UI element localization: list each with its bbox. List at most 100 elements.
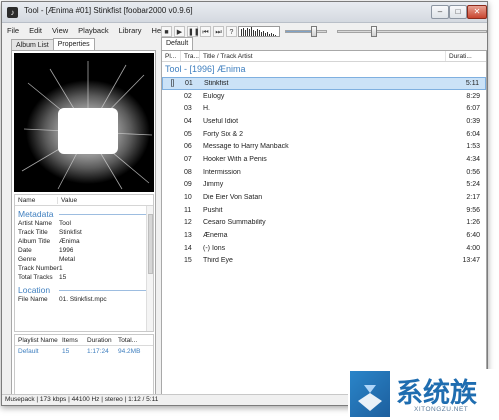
seek-knob[interactable]: [371, 26, 377, 37]
viz-bar: [265, 33, 266, 36]
pm-col-items[interactable]: Items: [60, 337, 85, 344]
track-title: Cesaro Summability: [203, 219, 266, 227]
metadata-value: 1996: [59, 247, 74, 254]
properties-value-column[interactable]: Value: [58, 197, 77, 204]
pause-icon[interactable]: ❚❚: [187, 26, 200, 37]
spectrum-visualizer: [238, 26, 280, 37]
track-list: [] 01 Stinkfist 5:11 02 Eulogy 8:29 03 H. 6:07 04 U…: [162, 77, 486, 267]
menu-view[interactable]: View: [47, 24, 73, 38]
menu-playback[interactable]: Playback: [73, 24, 113, 38]
metadata-row[interactable]: Track Title Stinkfist: [15, 228, 153, 237]
metadata-row[interactable]: Total Tracks 15: [15, 273, 153, 282]
title-bar[interactable]: ♪ Tool - [Ænima #01] Stinkfist [foobar20…: [2, 2, 487, 23]
next-icon[interactable]: ⏭: [213, 26, 224, 37]
col-title[interactable]: Title / Track Artist: [200, 51, 446, 61]
metadata-list: Artist Name Tool Track Title Stinkfist Album…: [15, 219, 153, 282]
pm-col-name[interactable]: Playlist Name: [15, 337, 60, 344]
volume-slider[interactable]: [285, 26, 327, 37]
playlist-header: Pl... Tra... Title / Track Artist Durati…: [162, 51, 486, 62]
col-track-number[interactable]: Tra...: [181, 51, 200, 61]
track-row[interactable]: 09 Jimmy 5:24: [162, 179, 486, 192]
metadata-key: Date: [18, 247, 32, 254]
previous-icon[interactable]: ⏮: [200, 26, 211, 37]
volume-fill: [286, 31, 313, 32]
tab-default-playlist[interactable]: Default: [161, 37, 194, 50]
track-number: 14: [184, 244, 192, 252]
viz-bar: [269, 34, 270, 36]
properties-panel: Name Value Metadata Artist Name Tool Track…: [14, 194, 154, 332]
pm-duration: 1:17:24: [87, 348, 109, 355]
watermark-subtext: XITONGZU.NET: [414, 406, 469, 413]
playlist-manager-row[interactable]: Default 15 1:17:24 94.2MB: [15, 346, 153, 357]
play-icon[interactable]: ▶: [174, 26, 185, 37]
metadata-value: Stinkfist: [59, 229, 82, 236]
metadata-row[interactable]: Artist Name Tool: [15, 219, 153, 228]
watermark: 系统族 XITONGZU.NET: [348, 369, 499, 420]
track-row[interactable]: [] 01 Stinkfist 5:11: [162, 77, 486, 90]
random-icon[interactable]: ?: [226, 26, 237, 37]
track-duration: 13:47: [462, 257, 480, 265]
track-duration: 0:56: [466, 168, 480, 176]
track-title: Message to Harry Manback: [203, 143, 289, 151]
col-duration[interactable]: Durati...: [446, 51, 486, 61]
track-title: Eulogy: [203, 92, 225, 100]
track-number: 02: [184, 92, 192, 100]
stop-icon[interactable]: ■: [161, 26, 172, 37]
track-row[interactable]: 07 Hooker With a Penis 4:34: [162, 153, 486, 166]
viz-bar: [245, 30, 246, 36]
track-row[interactable]: 10 Die Eier Von Satan 2:17: [162, 191, 486, 204]
track-duration: 9:56: [466, 206, 480, 214]
track-title: Hooker With a Penis: [203, 155, 267, 163]
track-number: 05: [184, 130, 192, 138]
track-row[interactable]: 04 Useful Idiot 0:39: [162, 115, 486, 128]
track-duration: 2:17: [466, 194, 480, 202]
track-number: 12: [184, 219, 192, 227]
metadata-key: Track Number: [18, 265, 59, 272]
properties-scroll-thumb[interactable]: [148, 214, 153, 274]
metadata-row[interactable]: Track Number 1: [15, 264, 153, 273]
pm-col-total[interactable]: Total...: [116, 337, 151, 344]
metadata-row[interactable]: Album Title Ænima: [15, 237, 153, 246]
track-title: Useful Idiot: [203, 117, 239, 125]
metadata-row[interactable]: Genre Metal: [15, 255, 153, 264]
volume-knob[interactable]: [311, 26, 318, 37]
track-row[interactable]: 02 Eulogy 8:29: [162, 90, 486, 103]
menu-file[interactable]: File: [2, 24, 24, 38]
track-row[interactable]: 05 Forty Six & 2 6:04: [162, 128, 486, 141]
properties-name-column[interactable]: Name: [15, 196, 58, 204]
maximize-button[interactable]: □: [449, 5, 467, 19]
watermark-logo: [350, 371, 390, 417]
window-title: Tool - [Ænima #01] Stinkfist [foobar2000…: [24, 6, 193, 15]
menu-bar: File Edit View Playback Library Help: [2, 24, 172, 38]
viz-bar: [261, 32, 262, 36]
metadata-section-title: Metadata: [15, 206, 153, 219]
track-duration: 5:11: [465, 79, 479, 87]
col-playing[interactable]: Pl...: [162, 51, 181, 61]
track-row[interactable]: 06 Message to Harry Manback 1:53: [162, 140, 486, 153]
location-list: File Name 01. Stinkfist.mpc: [15, 295, 153, 304]
close-button[interactable]: ✕: [467, 5, 487, 19]
viz-bar: [273, 34, 274, 36]
track-duration: 8:29: [466, 92, 480, 100]
properties-scrollbar[interactable]: [146, 206, 153, 331]
track-row[interactable]: 08 Intermission 0:56: [162, 166, 486, 179]
viz-bar: [271, 33, 272, 36]
track-row[interactable]: 12 Cesaro Summability 1:26: [162, 217, 486, 230]
track-row[interactable]: 11 Pushit 9:56: [162, 204, 486, 217]
track-row[interactable]: 13 Ænema 6:40: [162, 229, 486, 242]
track-row[interactable]: 15 Third Eye 13:47: [162, 255, 486, 268]
seek-bar[interactable]: [337, 26, 487, 37]
track-row[interactable]: 03 H. 6:07: [162, 102, 486, 115]
left-panel: Name Value Metadata Artist Name Tool Track…: [11, 50, 156, 405]
viz-bar: [253, 30, 254, 36]
track-number: 03: [184, 105, 192, 113]
metadata-row[interactable]: Date 1996: [15, 246, 153, 255]
track-duration: 1:26: [466, 219, 480, 227]
track-row[interactable]: 14 (-) Ions 4:00: [162, 242, 486, 255]
track-title: Third Eye: [203, 257, 233, 265]
menu-library[interactable]: Library: [114, 24, 147, 38]
minimize-button[interactable]: –: [431, 5, 449, 19]
pm-col-duration[interactable]: Duration: [85, 337, 116, 344]
location-row[interactable]: File Name 01. Stinkfist.mpc: [15, 295, 153, 304]
menu-edit[interactable]: Edit: [24, 24, 47, 38]
